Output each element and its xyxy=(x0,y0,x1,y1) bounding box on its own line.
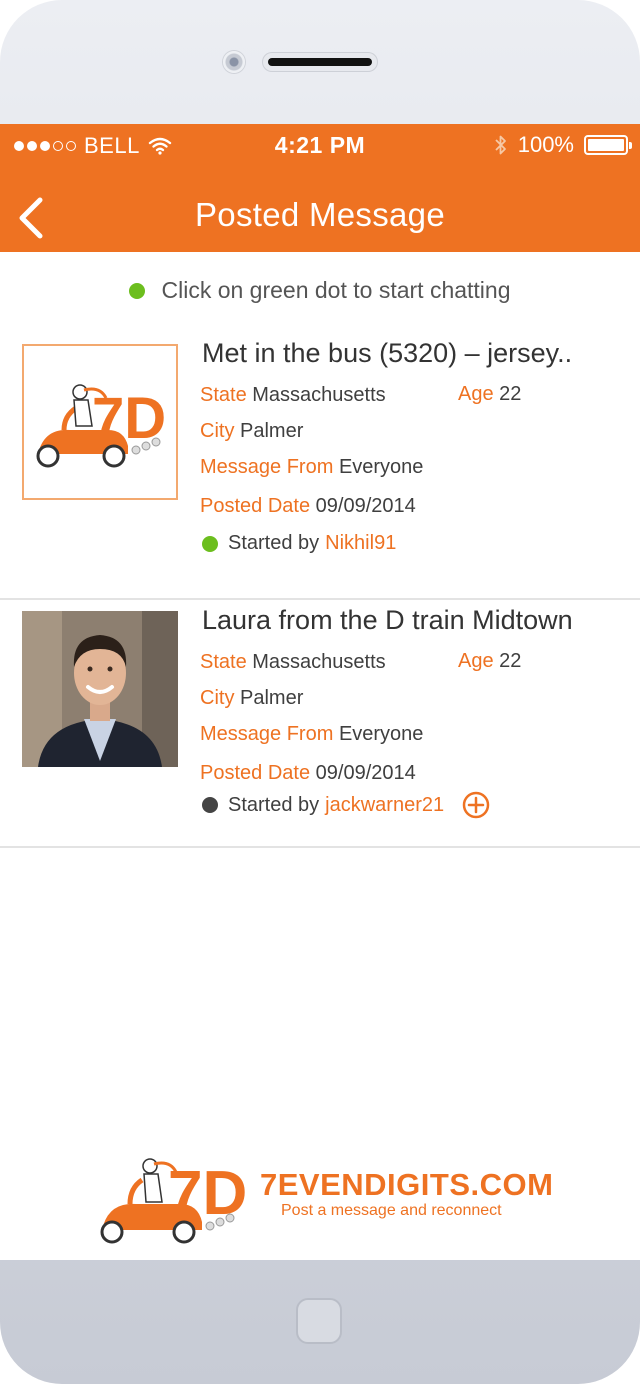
age-label: Age xyxy=(458,383,494,405)
add-circle-icon[interactable] xyxy=(462,791,490,819)
status-bar: BELL 4:21 PM 100% xyxy=(0,124,640,166)
post-title[interactable]: Met in the bus (5320) – jersey.. xyxy=(202,338,572,369)
age-value: 22 xyxy=(499,383,522,405)
post-age: Age 22 xyxy=(458,650,521,673)
bluetooth-icon xyxy=(495,135,506,155)
online-status-dot[interactable] xyxy=(202,535,218,552)
battery-icon xyxy=(584,135,632,155)
state-label: State xyxy=(200,384,247,406)
top-bezel xyxy=(0,0,640,124)
brand-name: 7EVENDIGITS.COM xyxy=(260,1167,554,1202)
post-posted-date: Posted Date 09/09/2014 xyxy=(200,762,416,785)
home-button[interactable] xyxy=(296,1298,342,1344)
brand-tagline: Post a message and reconnect xyxy=(281,1202,502,1219)
app-screen: BELL 4:21 PM 100% Posted Message Click o… xyxy=(0,124,640,1260)
status-right: 100% xyxy=(494,132,632,158)
divider xyxy=(0,846,640,848)
city-value: Palmer xyxy=(240,420,304,442)
scooter-logo-icon: 7D xyxy=(100,1158,247,1244)
nav-bar: Posted Message xyxy=(0,166,640,252)
front-camera xyxy=(223,51,245,73)
post-thumbnail-logo: 7D xyxy=(22,344,178,500)
post-posted-date: Posted Date 09/09/2014 xyxy=(200,495,416,518)
started-by-label: Started by xyxy=(228,793,320,816)
battery-percent: 100% xyxy=(517,132,574,157)
post-started-by: Started by jackwarner21 xyxy=(202,791,490,819)
city-value: Palmer xyxy=(240,687,304,709)
message-from-value: Everyone xyxy=(338,456,424,478)
message-from-label: Message From xyxy=(200,723,334,745)
started-by-user-link[interactable]: Nikhil91 xyxy=(325,532,396,555)
divider xyxy=(0,598,640,600)
state-label: State xyxy=(200,651,247,673)
post-message-from: Message From Everyone xyxy=(200,456,423,479)
post-thumbnail-photo xyxy=(22,611,178,767)
post-message-from: Message From Everyone xyxy=(200,723,423,746)
posted-date-label: Posted Date xyxy=(200,495,311,517)
post-city: City Palmer xyxy=(200,687,303,710)
footer-branding: 7D 7EVENDIGITS.COM Post a message and re… xyxy=(96,1144,556,1254)
state-value: Massachusetts xyxy=(252,384,386,406)
phone-frame: BELL 4:21 PM 100% Posted Message Click o… xyxy=(0,0,640,1384)
chat-hint-text: Click on green dot to start chatting xyxy=(161,277,511,303)
post-title[interactable]: Laura from the D train Midtown xyxy=(202,605,573,636)
post-city: City Palmer xyxy=(200,420,303,443)
post-card[interactable]: Laura from the D train Midtown State Mas… xyxy=(0,605,640,848)
age-label: Age xyxy=(458,650,494,672)
post-card[interactable]: 7D Met in the bus (5320) – jersey.. Stat… xyxy=(0,338,640,600)
posted-date-value: 09/09/2014 xyxy=(315,762,416,784)
started-by-label: Started by xyxy=(228,532,320,554)
green-dot-icon xyxy=(129,283,146,299)
post-state: State Massachusetts xyxy=(200,384,386,407)
offline-status-dot xyxy=(202,797,218,813)
page-title: Posted Message xyxy=(194,196,445,233)
post-age: Age 22 xyxy=(458,383,521,406)
message-from-label: Message From xyxy=(200,456,334,478)
bottom-bezel xyxy=(0,1260,640,1384)
earpiece-speaker xyxy=(262,52,378,72)
started-by-user-link[interactable]: jackwarner21 xyxy=(325,794,444,817)
post-started-by: Started by Nikhil91 xyxy=(202,532,396,555)
posted-date-value: 09/09/2014 xyxy=(315,495,416,517)
age-value: 22 xyxy=(499,650,522,672)
user-photo-avatar xyxy=(22,611,178,767)
posted-date-label: Posted Date xyxy=(200,762,311,784)
city-label: City xyxy=(200,687,235,709)
chat-hint: Click on green dot to start chatting xyxy=(0,277,640,304)
post-state: State Massachusetts xyxy=(200,651,386,674)
scooter-logo-icon: 7D xyxy=(36,384,166,468)
state-value: Massachusetts xyxy=(252,651,386,673)
message-from-value: Everyone xyxy=(338,723,424,745)
city-label: City xyxy=(200,420,235,442)
